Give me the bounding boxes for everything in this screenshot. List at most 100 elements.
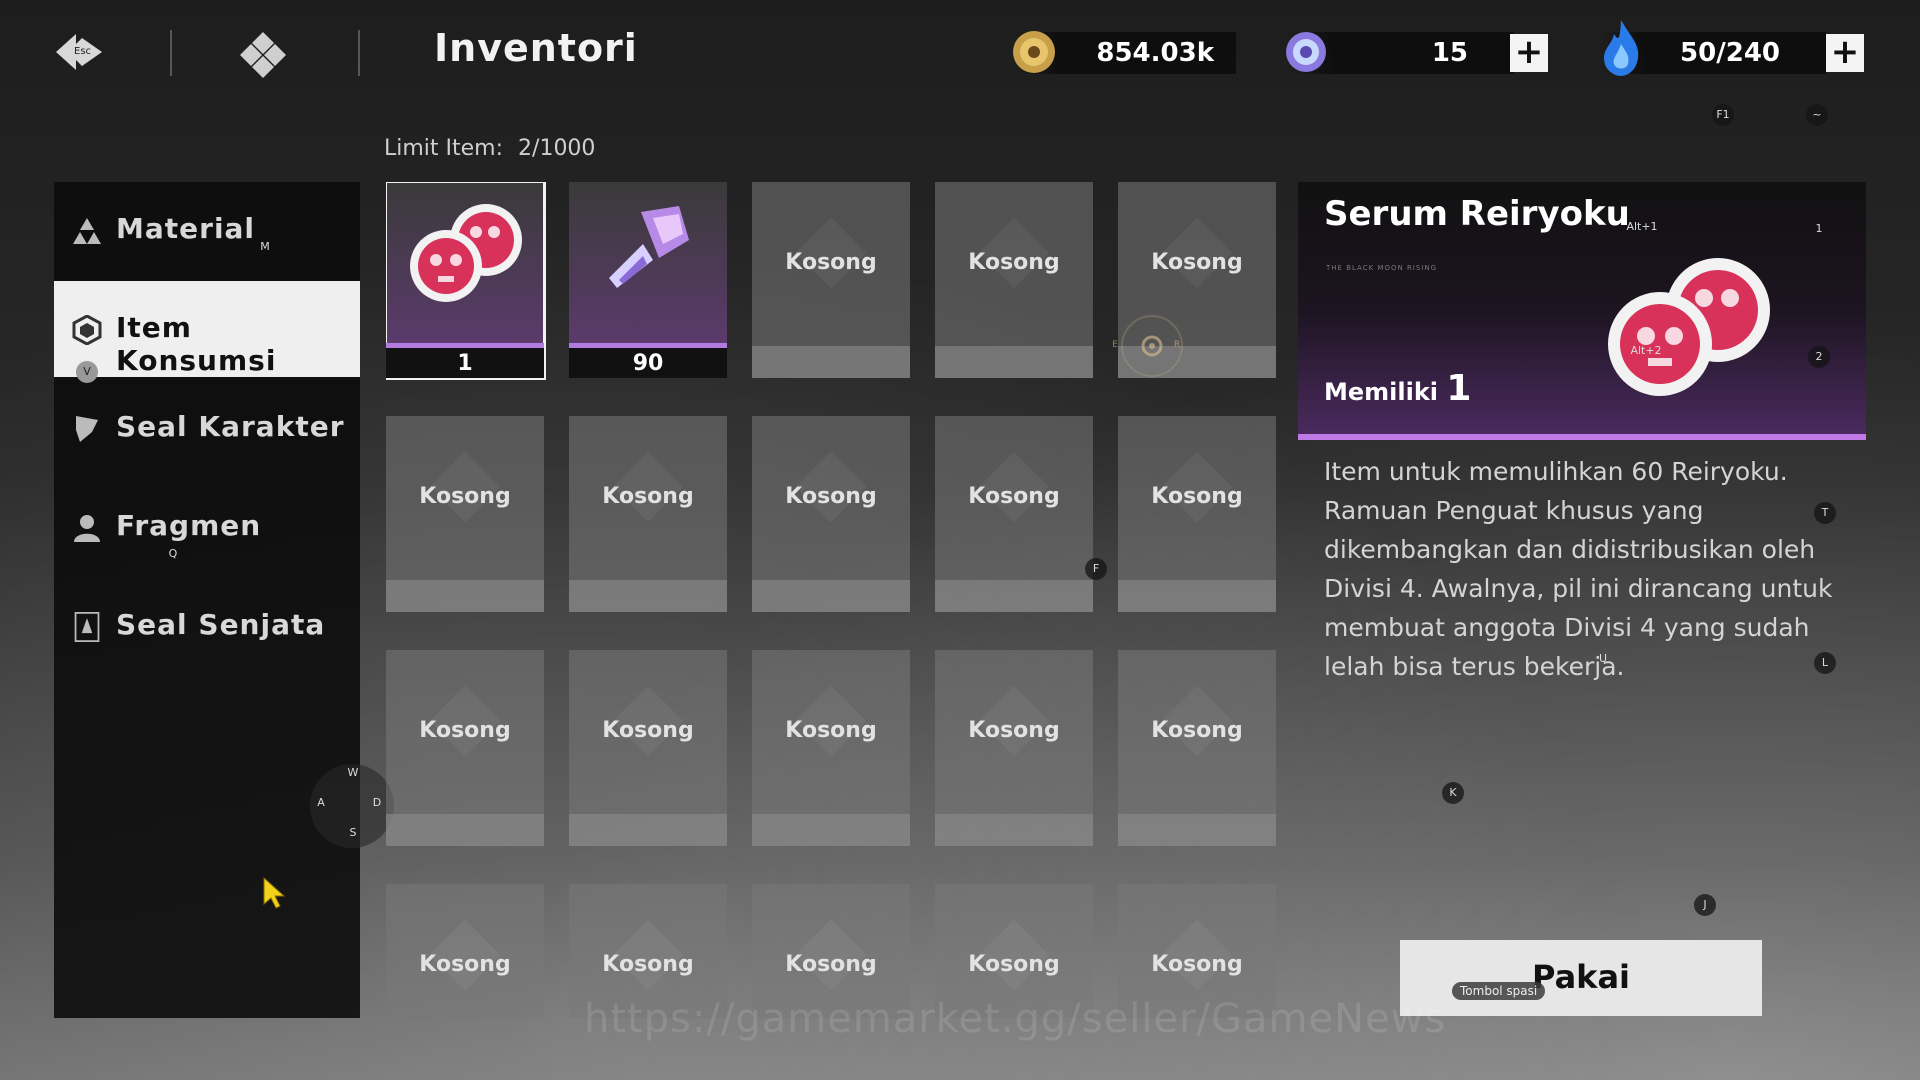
sidebar-item-label: Fragmen xyxy=(116,509,262,542)
slot-footer xyxy=(1118,814,1276,846)
category-sidebar: Material M Item Konsumsi V Seal Karakter… xyxy=(54,182,394,1018)
empty-label: Kosong xyxy=(968,952,1060,977)
crystal-currency: 15 xyxy=(1286,32,1514,74)
empty-label: Kosong xyxy=(785,952,877,977)
gold-value: 854.03k xyxy=(1096,38,1214,68)
key-hint-s: S xyxy=(349,826,357,839)
use-item-button[interactable]: Pakai Tombol spasi xyxy=(1400,940,1762,1016)
item-name: Serum Reiryoku xyxy=(1324,194,1630,234)
empty-slot[interactable]: Kosong xyxy=(386,416,544,612)
empty-slot[interactable]: Kosong xyxy=(752,416,910,612)
key-hint-f: F xyxy=(1085,558,1107,580)
esc-hint: Esc xyxy=(74,46,92,57)
empty-slot[interactable]: Kosong xyxy=(935,182,1093,378)
key-hint-2: 2 xyxy=(1808,346,1830,368)
key-hint-alt2: Alt+2 xyxy=(1630,344,1662,357)
crystal-value: 15 xyxy=(1431,38,1468,68)
back-button[interactable]: Esc xyxy=(52,30,108,74)
key-hint-t: T xyxy=(1814,502,1836,524)
person-icon xyxy=(74,515,100,542)
empty-label: Kosong xyxy=(785,718,877,743)
stamina-currency: 50/240 xyxy=(1600,20,1826,76)
empty-slot[interactable]: Kosong E R xyxy=(1112,182,1276,378)
key-hint-q: Q xyxy=(168,547,178,560)
empty-label: Kosong xyxy=(419,718,511,743)
key-hint-a: A xyxy=(317,796,325,809)
stamina-value: 50/240 xyxy=(1680,38,1780,68)
empty-label: Kosong xyxy=(1151,484,1243,509)
item-flavor-caption: THE BLACK MOON RISING xyxy=(1326,264,1438,272)
sidebar-item-seal-karakter[interactable]: Seal Karakter xyxy=(54,380,360,476)
owned-value: 1 xyxy=(1446,368,1472,409)
top-bar: Esc Inventori 854.03k 15 + 50/240 + F1 ~ xyxy=(0,0,1920,126)
key-hint-tilde: ~ xyxy=(1806,104,1828,126)
sidebar-item-material[interactable]: Material M xyxy=(54,182,360,278)
slot-footer xyxy=(569,580,727,612)
empty-slot[interactable]: Kosong xyxy=(569,416,727,612)
empty-slot[interactable]: Kosong xyxy=(935,650,1093,846)
key-hint-l: L xyxy=(1814,652,1836,674)
empty-slot[interactable]: Kosong F xyxy=(935,416,1107,612)
empty-slot[interactable]: Kosong xyxy=(1118,650,1276,846)
empty-slot[interactable]: Kosong xyxy=(752,650,910,846)
add-crystal-button[interactable]: + xyxy=(1510,34,1548,72)
item-detail-panel: Serum Reiryoku Alt+1 1 THE BLACK MOON RI… xyxy=(1298,182,1866,1022)
material-icon xyxy=(73,218,101,244)
watermark: https://gamemarket.gg/seller/GameNews xyxy=(584,996,1447,1042)
empty-label: Kosong xyxy=(419,484,511,509)
empty-label: Kosong xyxy=(1151,952,1243,977)
menu-button[interactable] xyxy=(238,30,288,80)
empty-label: Kosong xyxy=(785,484,877,509)
item-limit-value: 2/1000 xyxy=(518,136,596,161)
key-hint-alt1: Alt+1 xyxy=(1626,220,1658,233)
slot-footer xyxy=(935,580,1093,612)
spacebar-hint: Tombol spasi xyxy=(1452,982,1546,1000)
sidebar-item-label: Seal Karakter xyxy=(116,410,345,443)
item-quantity: 90 xyxy=(632,351,664,376)
key-hint-m: M xyxy=(260,240,270,253)
sidebar-item-label: Item Konsumsi xyxy=(116,311,277,377)
empty-label: Kosong xyxy=(1151,250,1243,275)
wasd-widget: W A D S xyxy=(310,764,394,848)
key-hint-e: E xyxy=(1112,340,1118,350)
empty-slot[interactable]: Kosong xyxy=(386,884,544,1018)
blue-flame-icon xyxy=(1604,20,1639,76)
slot-footer xyxy=(752,580,910,612)
empty-slot[interactable]: Kosong xyxy=(1118,416,1276,612)
inventory-slot[interactable]: 90 xyxy=(569,182,727,378)
mouse-cursor-icon xyxy=(263,876,286,909)
hexagon-icon xyxy=(72,315,102,345)
key-hint-k: K xyxy=(1442,782,1464,804)
inventory-grid: 1 90 Kosong Kosong Kosong E R Kosong Kos… xyxy=(386,182,1278,1018)
serum-pills-large-icon xyxy=(1608,258,1770,396)
slot-footer xyxy=(386,814,544,846)
inventory-slot[interactable]: 1 xyxy=(386,182,546,380)
slot-footer xyxy=(386,580,544,612)
empty-label: Kosong xyxy=(968,484,1060,509)
gold-currency: 854.03k xyxy=(1013,31,1236,74)
empty-label: Kosong xyxy=(419,952,511,977)
sidebar-item-item-konsumsi[interactable]: Item Konsumsi V xyxy=(54,281,360,383)
sidebar-item-fragmen[interactable]: Fragmen Q xyxy=(54,479,360,575)
page-title: Inventori xyxy=(434,26,638,70)
empty-slot[interactable]: Kosong xyxy=(752,182,910,378)
key-hint-j: J xyxy=(1694,894,1716,916)
empty-slot[interactable]: Kosong xyxy=(569,650,727,846)
key-hint-f1: F1 xyxy=(1712,104,1734,126)
gold-coin-icon xyxy=(1013,31,1055,73)
empty-slot[interactable]: Kosong xyxy=(386,650,544,846)
empty-label: Kosong xyxy=(968,718,1060,743)
divider xyxy=(170,30,172,76)
add-stamina-button[interactable]: + xyxy=(1826,34,1864,72)
sidebar-item-seal-senjata[interactable]: Seal Senjata xyxy=(54,578,360,674)
crystal-ring-icon xyxy=(1286,32,1326,72)
key-hint-1: 1 xyxy=(1815,222,1823,235)
key-hint-r: R xyxy=(1173,340,1181,350)
key-hint-d: D xyxy=(372,796,382,809)
diamond-grid-icon xyxy=(240,32,286,78)
item-quantity: 1 xyxy=(457,351,473,376)
empty-label: Kosong xyxy=(968,250,1060,275)
empty-label: Kosong xyxy=(1151,718,1243,743)
slot-footer xyxy=(752,346,910,378)
item-limit: Limit Item: 2/1000 xyxy=(384,136,595,161)
